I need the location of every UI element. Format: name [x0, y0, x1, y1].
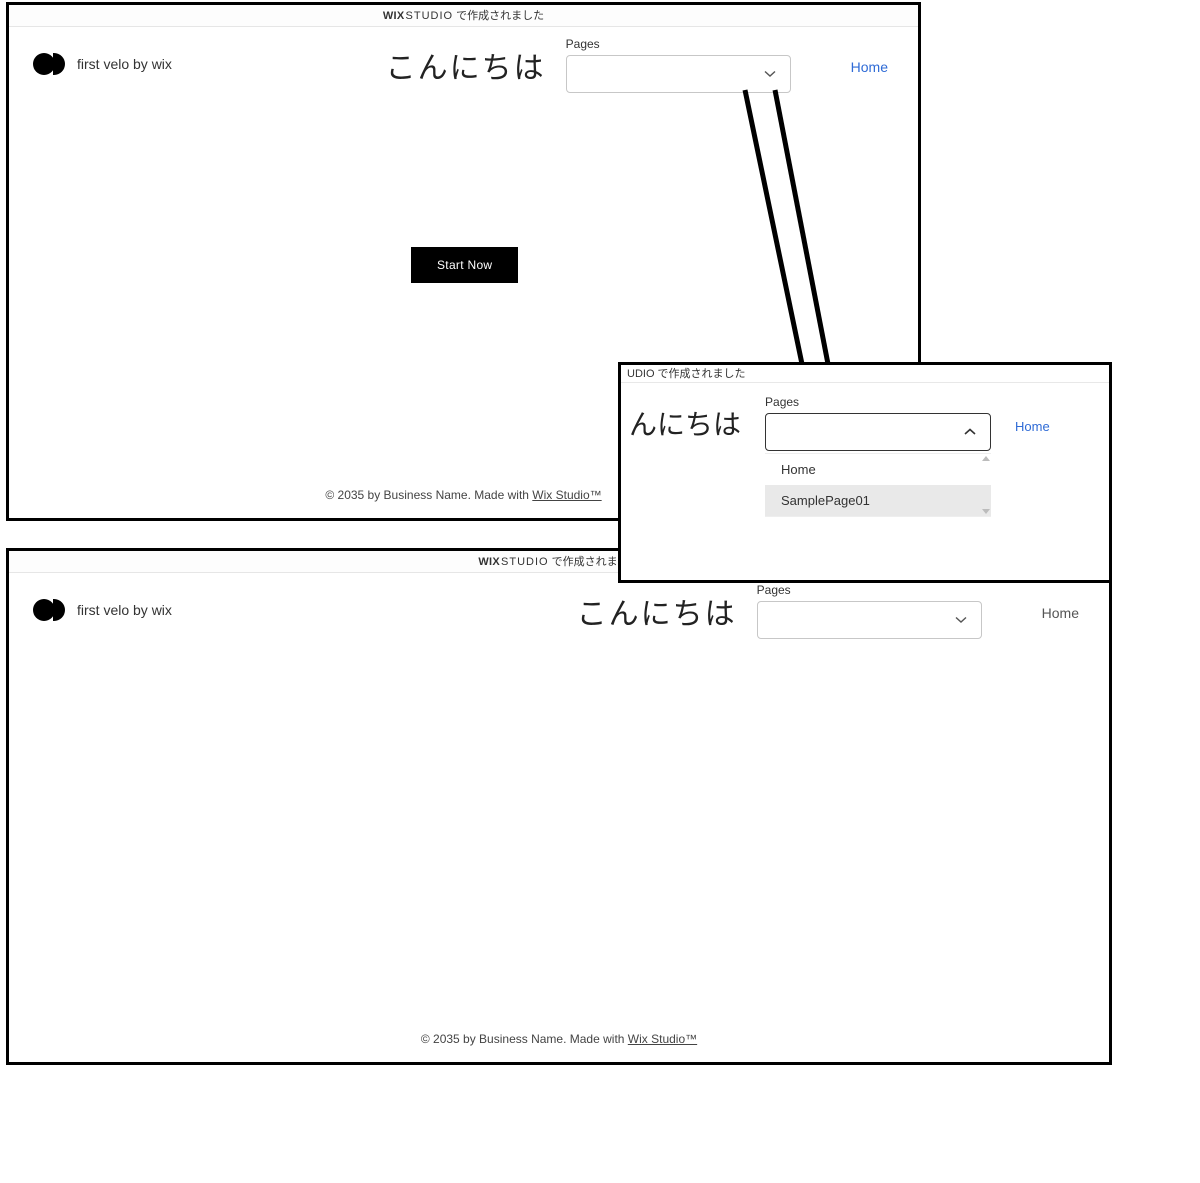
wix-topbar-partial: UDIO で作成されました — [621, 365, 1109, 383]
scroll-down-icon — [982, 509, 990, 514]
site-title: first velo by wix — [77, 602, 172, 618]
wix-logo-text: WIX — [478, 556, 500, 568]
site-logo-icon — [33, 53, 67, 75]
wix-topbar: WIXSTUDIO で作成されました — [9, 5, 918, 27]
wix-studio-text: STUDIO — [501, 556, 549, 568]
dropdown-option-home[interactable]: Home — [765, 454, 991, 485]
footer-wix-link[interactable]: Wix Studio™ — [628, 1032, 697, 1046]
nav-home-link[interactable]: Home — [811, 37, 894, 75]
pages-label: Pages — [757, 583, 982, 597]
start-now-button[interactable]: Start Now — [411, 247, 518, 283]
pages-dropdown-open[interactable] — [765, 413, 991, 451]
footer: © 2035 by Business Name. Made with Wix S… — [9, 1032, 1109, 1046]
footer-text: © 2035 by Business Name. Made with — [325, 488, 532, 502]
pages-dropdown-list: Home SamplePage01 — [765, 453, 991, 517]
scroll-up-icon — [982, 456, 990, 461]
pages-dropdown[interactable] — [757, 601, 982, 639]
nav-home-link[interactable]: Home — [1015, 395, 1050, 434]
preview-panel-samplepage: WIXSTUDIO で作成されました first velo by wix こんに… — [6, 548, 1112, 1065]
chevron-down-icon — [764, 68, 776, 80]
pages-dropdown[interactable] — [566, 55, 791, 93]
dropdown-scrollbar[interactable] — [981, 454, 991, 516]
chevron-down-icon — [955, 614, 967, 626]
wix-logo-text: WIX — [383, 10, 405, 22]
nav-home-link[interactable]: Home — [1002, 583, 1085, 621]
pages-block: Pages — [757, 583, 982, 639]
dropdown-detail-panel: UDIO で作成されました んにちは Pages Home SamplePage… — [618, 362, 1112, 583]
site-logo-block: first velo by wix — [33, 583, 172, 621]
pages-label: Pages — [566, 37, 791, 51]
header-row: first velo by wix こんにちは Pages Home — [9, 27, 918, 97]
wix-studio-text: STUDIO — [406, 10, 454, 22]
pages-block: Pages — [566, 37, 791, 93]
wix-topbar-suffix: で作成されました — [456, 10, 544, 22]
footer-wix-link[interactable]: Wix Studio™ — [532, 488, 601, 502]
site-logo-block: first velo by wix — [33, 37, 172, 75]
site-logo-icon — [33, 599, 67, 621]
footer-text: © 2035 by Business Name. Made with — [421, 1032, 628, 1046]
chevron-up-icon — [964, 426, 976, 438]
greeting-text-partial: んにちは — [629, 395, 741, 443]
greeting-text: こんにちは — [577, 583, 737, 633]
dropdown-option-samplepage01[interactable]: SamplePage01 — [765, 485, 991, 516]
site-title: first velo by wix — [77, 56, 172, 72]
header-row: first velo by wix こんにちは Pages Home — [9, 573, 1109, 643]
pages-block-open: Pages Home SamplePage01 — [765, 395, 991, 517]
pages-label: Pages — [765, 395, 991, 409]
greeting-text: こんにちは — [386, 37, 546, 87]
